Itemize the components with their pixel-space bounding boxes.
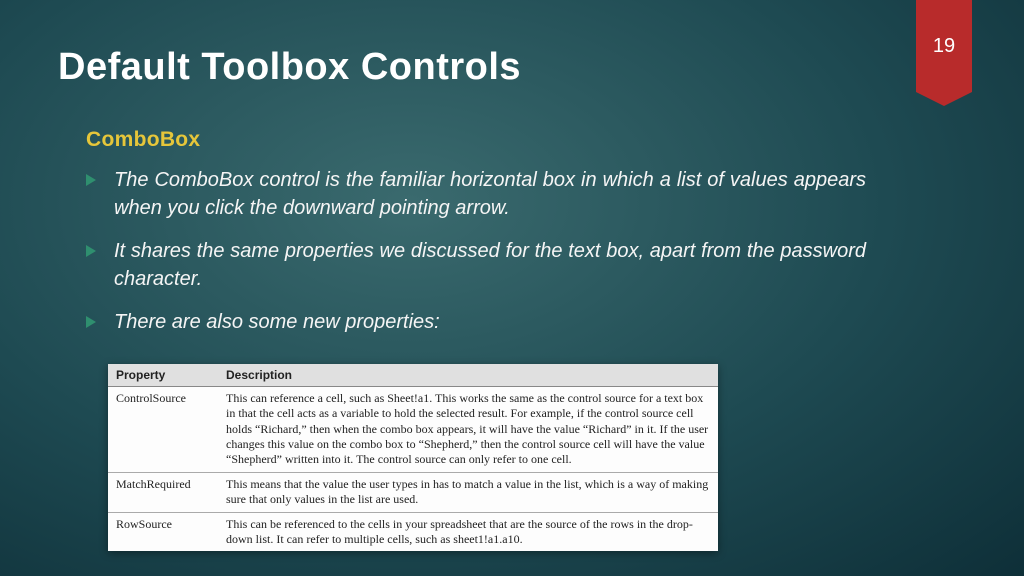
col-header-description: Description [218, 364, 718, 387]
cell-property: ControlSource [108, 387, 218, 473]
slide-number: 19 [933, 35, 955, 58]
table-row: ControlSource This can reference a cell,… [108, 387, 718, 473]
bullet-item: It shares the same properties we discuss… [86, 237, 866, 294]
table-row: MatchRequired This means that the value … [108, 472, 718, 512]
cell-property: MatchRequired [108, 472, 218, 512]
table-row: RowSource This can be referenced to the … [108, 512, 718, 551]
subheading: ComboBox [86, 128, 866, 152]
cell-description: This can be referenced to the cells in y… [218, 512, 718, 551]
slide-title: Default Toolbox Controls [58, 46, 521, 89]
properties-table-wrap: Property Description ControlSource This … [108, 364, 718, 551]
col-header-property: Property [108, 364, 218, 387]
bullet-list: The ComboBox control is the familiar hor… [86, 166, 866, 336]
slide: 19 Default Toolbox Controls ComboBox The… [0, 0, 1024, 576]
cell-property: RowSource [108, 512, 218, 551]
cell-description: This can reference a cell, such as Sheet… [218, 387, 718, 473]
properties-table: Property Description ControlSource This … [108, 364, 718, 551]
cell-description: This means that the value the user types… [218, 472, 718, 512]
slide-number-ribbon: 19 [916, 0, 972, 92]
table-header-row: Property Description [108, 364, 718, 387]
bullet-item: There are also some new properties: [86, 308, 866, 336]
content-area: ComboBox The ComboBox control is the fam… [86, 128, 866, 350]
bullet-item: The ComboBox control is the familiar hor… [86, 166, 866, 223]
